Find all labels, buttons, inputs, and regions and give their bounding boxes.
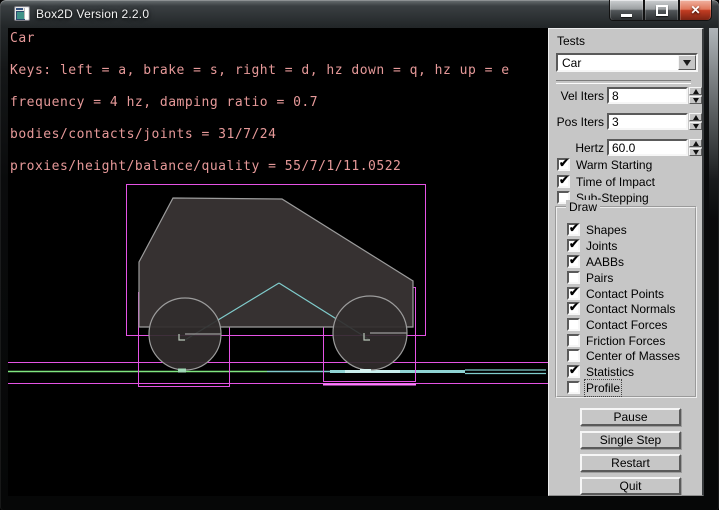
hertz-label: Hertz xyxy=(549,141,604,155)
checkbox-label: AABBs xyxy=(586,255,624,269)
arrow-up-icon xyxy=(693,141,699,146)
window-title: Box2D Version 2.2.0 xyxy=(36,7,149,21)
tests-dropdown-button[interactable] xyxy=(678,55,696,70)
checkbox-label: Shapes xyxy=(586,223,627,237)
rear-contact-point xyxy=(360,369,371,372)
spinner-up-button[interactable] xyxy=(689,113,702,121)
single-step-button-label: Single Step xyxy=(600,433,661,447)
quit-button[interactable]: Quit xyxy=(580,477,681,495)
checkbox-box[interactable]: ✔ xyxy=(557,175,570,188)
pos-iters-input[interactable] xyxy=(607,113,688,130)
draw-group-title: Draw xyxy=(566,200,600,214)
checkbox-box[interactable]: ✔ xyxy=(567,239,580,252)
checkbox-label: Pairs xyxy=(586,271,613,285)
checkbox-label: Profile xyxy=(586,381,620,395)
pos-iters-label: Pos Iters xyxy=(549,115,604,129)
box2d-testbed-window: { "window": { "title": "Box2D Version 2.… xyxy=(0,0,719,510)
maximize-button[interactable] xyxy=(644,0,679,21)
maximize-icon xyxy=(656,5,668,16)
quit-button-label: Quit xyxy=(619,479,641,493)
control-panel: Tests Car Vel Iters Pos Iters Hertz xyxy=(548,28,704,496)
tests-dropdown-value: Car xyxy=(562,56,581,70)
spinner-up-button[interactable] xyxy=(689,87,702,95)
checkbox-box[interactable]: ✔ xyxy=(567,255,580,268)
window-border-sheen xyxy=(709,28,718,218)
checkbox-box[interactable]: ✔ xyxy=(567,365,580,378)
checkbox-label: Time of Impact xyxy=(576,175,655,189)
titlebar[interactable]: Box2D Version 2.2.0 ✕ xyxy=(0,0,719,28)
arrow-down-icon xyxy=(693,98,699,103)
checkbox-box[interactable] xyxy=(567,334,580,347)
checkbox-label: Contact Points xyxy=(586,287,664,301)
physics-debug-scene xyxy=(8,28,548,496)
arrow-up-icon xyxy=(693,115,699,120)
check-icon: ✔ xyxy=(569,238,579,250)
separator xyxy=(556,80,691,84)
pause-button-label: Pause xyxy=(613,410,647,424)
checkbox-label: Statistics xyxy=(586,365,634,379)
spinner-down-button[interactable] xyxy=(689,122,702,130)
checkbox-box[interactable] xyxy=(567,381,580,394)
arrow-down-icon xyxy=(693,150,699,155)
tests-dropdown[interactable]: Car xyxy=(556,53,698,72)
app-icon-bar xyxy=(16,8,23,10)
checkbox-label: Warm Starting xyxy=(576,158,652,172)
checkbox-box[interactable] xyxy=(567,271,580,284)
pos-iters-stepper xyxy=(689,113,702,130)
hertz-spinner: Hertz xyxy=(549,139,705,156)
close-button[interactable]: ✕ xyxy=(679,0,712,21)
chevron-down-icon xyxy=(683,60,691,66)
vel-iters-spinner: Vel Iters xyxy=(549,87,705,104)
close-icon: ✕ xyxy=(690,4,700,16)
single-step-button[interactable]: Single Step xyxy=(580,431,681,449)
minimize-icon xyxy=(621,14,632,17)
vel-iters-input[interactable] xyxy=(607,87,688,104)
spinner-up-button[interactable] xyxy=(689,139,702,147)
check-icon: ✔ xyxy=(569,222,579,234)
checkbox-box[interactable] xyxy=(567,349,580,362)
checkbox-label: Joints xyxy=(586,239,617,253)
spinner-down-button[interactable] xyxy=(689,148,702,156)
restart-button[interactable]: Restart xyxy=(580,454,681,472)
check-icon: ✔ xyxy=(559,157,569,169)
checkbox-box[interactable] xyxy=(567,318,580,331)
check-icon: ✔ xyxy=(569,301,579,313)
checkbox-label: Friction Forces xyxy=(586,334,665,348)
checkbox-label: Contact Forces xyxy=(586,318,667,332)
front-contact-point xyxy=(178,369,186,373)
minimize-button[interactable] xyxy=(609,0,644,21)
checkbox-box[interactable]: ✔ xyxy=(567,223,580,236)
app-icon-column xyxy=(24,8,28,19)
arrow-down-icon xyxy=(693,124,699,129)
window-frame: Box2D Version 2.2.0 ✕ Car Keys: left = a… xyxy=(0,0,719,510)
hertz-stepper xyxy=(689,139,702,156)
spinner-down-button[interactable] xyxy=(689,96,702,104)
vel-iters-label: Vel Iters xyxy=(549,89,604,103)
pos-iters-spinner: Pos Iters xyxy=(549,113,705,130)
check-icon: ✔ xyxy=(569,254,579,266)
check-icon: ✔ xyxy=(559,174,569,186)
simulation-canvas[interactable]: Car Keys: left = a, brake = s, right = d… xyxy=(8,28,548,496)
arrow-up-icon xyxy=(693,89,699,94)
restart-button-label: Restart xyxy=(611,456,650,470)
checkbox-box[interactable]: ✔ xyxy=(567,287,580,300)
hertz-input[interactable] xyxy=(607,139,688,156)
check-icon: ✔ xyxy=(569,286,579,298)
tests-label: Tests xyxy=(557,34,585,48)
check-icon: ✔ xyxy=(569,364,579,376)
app-icon xyxy=(14,6,30,21)
checkbox-label: Contact Normals xyxy=(586,302,675,316)
vel-iters-stepper xyxy=(689,87,702,104)
checkbox-label: Center of Masses xyxy=(586,349,680,363)
checkbox-box[interactable]: ✔ xyxy=(557,158,570,171)
checkbox-box[interactable]: ✔ xyxy=(567,302,580,315)
pause-button[interactable]: Pause xyxy=(580,408,681,426)
window-controls: ✕ xyxy=(609,0,712,21)
